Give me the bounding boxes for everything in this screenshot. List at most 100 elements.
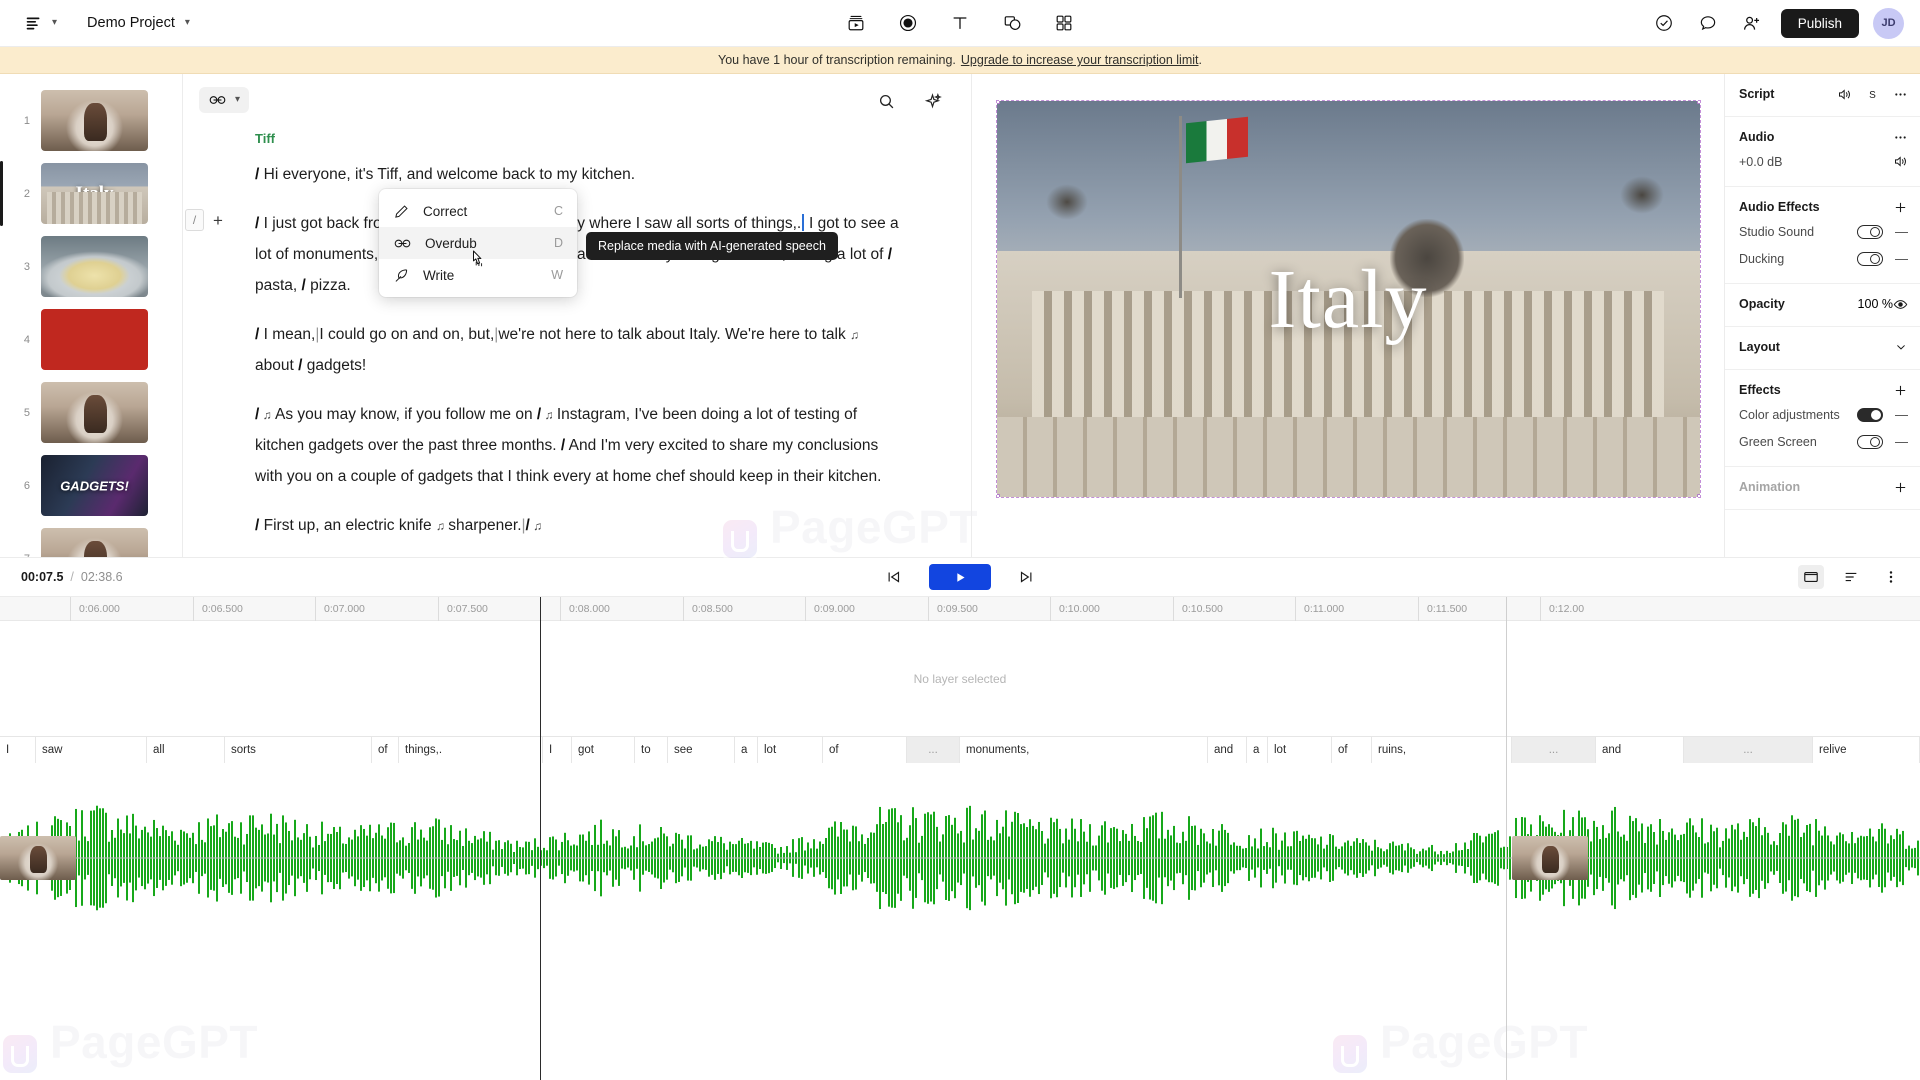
transcript-paragraph[interactable]: / Hi everyone, it's Tiff, and welcome ba… bbox=[255, 159, 901, 190]
remove-effect-button[interactable]: — bbox=[1895, 224, 1908, 239]
secondary-playhead[interactable] bbox=[1506, 597, 1507, 1080]
playhead[interactable] bbox=[540, 597, 541, 1080]
word-track[interactable]: Isaw all sorts of things,. Igot to see a lot of...… bbox=[0, 736, 1920, 763]
publish-button[interactable]: Publish bbox=[1780, 8, 1859, 38]
upgrade-link[interactable]: Upgrade to increase your transcription l… bbox=[961, 53, 1199, 67]
skip-next-icon[interactable] bbox=[1011, 562, 1041, 592]
scene-thumbnail[interactable] bbox=[41, 236, 148, 297]
clip-thumbnail[interactable] bbox=[0, 836, 76, 880]
word-cell[interactable]: a bbox=[1247, 737, 1268, 763]
shapes-icon[interactable] bbox=[997, 8, 1027, 38]
list-view-icon[interactable] bbox=[1838, 565, 1864, 589]
word-gap-cell[interactable]: ... bbox=[1684, 737, 1813, 763]
resize-handle-nw[interactable] bbox=[996, 100, 1000, 104]
plus-icon[interactable] bbox=[1893, 200, 1908, 215]
scene-thumbnail[interactable] bbox=[41, 528, 148, 557]
edit-mode-button[interactable]: ▾ bbox=[199, 87, 250, 113]
record-icon[interactable] bbox=[893, 8, 923, 38]
sparkle-icon[interactable] bbox=[917, 86, 947, 116]
project-chevron-down-icon[interactable]: ▾ bbox=[185, 18, 190, 28]
play-button[interactable] bbox=[929, 564, 991, 590]
word-cell[interactable]: and bbox=[1208, 737, 1247, 763]
scene-thumbnail-row[interactable]: 7 bbox=[0, 522, 182, 557]
more-icon[interactable] bbox=[1893, 87, 1908, 102]
add-scene-button[interactable]: + bbox=[213, 212, 223, 229]
word-cell[interactable]: relive bbox=[1813, 737, 1920, 763]
clip-marker-button[interactable]: / bbox=[185, 209, 204, 231]
volume-icon[interactable] bbox=[1837, 87, 1852, 102]
word-cell[interactable]: see bbox=[668, 737, 735, 763]
more-icon[interactable] bbox=[1893, 130, 1908, 145]
remove-effect-button[interactable]: — bbox=[1895, 251, 1908, 266]
preview-canvas[interactable]: Italy bbox=[995, 99, 1701, 498]
plus-icon[interactable] bbox=[1893, 480, 1908, 495]
timeline-ruler[interactable]: 0:06.000 0:06.500 0:07.000 0:07.500 0:08.000… bbox=[0, 597, 1920, 621]
avatar[interactable]: JD bbox=[1873, 7, 1904, 39]
word-cell[interactable]: a bbox=[735, 737, 758, 763]
scene-thumbnail-row[interactable]: 2 Italy bbox=[0, 157, 182, 230]
menu-item-correct[interactable]: Correct C bbox=[379, 195, 577, 227]
audio-waveform-lane[interactable] bbox=[0, 799, 1920, 917]
add-person-icon[interactable] bbox=[1737, 8, 1767, 38]
scene-thumbnail[interactable] bbox=[41, 309, 148, 370]
word-cell[interactable]: and bbox=[1596, 737, 1684, 763]
transcript-paragraph[interactable]: / ♫ As you may know, if you follow me on… bbox=[255, 399, 901, 492]
workspace-chevron-down-icon[interactable]: ▾ bbox=[52, 18, 57, 28]
color-adjustments-toggle[interactable] bbox=[1857, 407, 1883, 422]
word-cell[interactable]: sorts bbox=[225, 737, 372, 763]
word-cell[interactable]: of bbox=[1332, 737, 1372, 763]
scene-thumbnail-row[interactable]: 3 bbox=[0, 230, 182, 303]
resize-handle-se[interactable] bbox=[1696, 493, 1700, 497]
word-cell[interactable]: monuments, bbox=[960, 737, 1208, 763]
media-library-icon[interactable] bbox=[841, 8, 871, 38]
templates-icon[interactable] bbox=[1049, 8, 1079, 38]
remove-effect-button[interactable]: — bbox=[1895, 434, 1908, 449]
skip-previous-icon[interactable] bbox=[879, 562, 909, 592]
scene-thumbnail[interactable]: GADGETS! bbox=[41, 455, 148, 516]
word-cell[interactable]: I bbox=[543, 737, 572, 763]
word-cell[interactable]: things,. bbox=[399, 737, 543, 763]
word-gap-cell[interactable]: ... bbox=[907, 737, 960, 763]
word-cell[interactable]: saw bbox=[36, 737, 147, 763]
edit-mode-menu[interactable]: Correct C Overdub D Write W bbox=[379, 189, 577, 297]
comment-icon[interactable] bbox=[1693, 8, 1723, 38]
plus-icon[interactable] bbox=[1893, 383, 1908, 398]
ducking-toggle[interactable] bbox=[1857, 251, 1883, 266]
chevron-down-icon[interactable] bbox=[1894, 340, 1908, 354]
script-s-icon[interactable]: S bbox=[1865, 87, 1880, 102]
eye-icon[interactable] bbox=[1893, 297, 1908, 312]
word-cell[interactable]: lot bbox=[1268, 737, 1332, 763]
word-cell[interactable]: ruins, bbox=[1372, 737, 1512, 763]
search-icon[interactable] bbox=[871, 86, 901, 116]
transcript-body[interactable]: Tiff / Hi everyone, it's Tiff, and welco… bbox=[183, 126, 971, 541]
scene-thumbnail-row[interactable]: 4 bbox=[0, 303, 182, 376]
clip-thumbnail[interactable] bbox=[1512, 836, 1588, 880]
scene-thumbnail-row[interactable]: 1 bbox=[0, 84, 182, 157]
resize-handle-ne[interactable] bbox=[1696, 100, 1700, 104]
green-screen-toggle[interactable] bbox=[1857, 434, 1883, 449]
transcript-paragraph[interactable]: / First up, an electric knife ♫ sharpene… bbox=[255, 510, 901, 541]
timeline-view-icon[interactable] bbox=[1798, 565, 1824, 589]
scene-rail[interactable]: 1 2 Italy 3 4 5 6 GADGETS! 7 bbox=[0, 74, 183, 557]
word-gap-cell[interactable]: ... bbox=[1512, 737, 1596, 763]
title-text-overlay[interactable]: Italy bbox=[997, 251, 1700, 348]
transcript-paragraph[interactable]: / I mean,|I could go on and on, but,|we'… bbox=[255, 319, 901, 381]
remove-effect-button[interactable]: — bbox=[1895, 407, 1908, 422]
overflow-menu-icon[interactable] bbox=[1878, 565, 1904, 589]
word-cell[interactable]: I bbox=[0, 737, 36, 763]
word-cell[interactable]: of bbox=[823, 737, 907, 763]
scene-thumbnail[interactable] bbox=[41, 90, 148, 151]
word-cell[interactable]: all bbox=[147, 737, 225, 763]
scene-thumbnail-row[interactable]: 5 bbox=[0, 376, 182, 449]
word-cell[interactable]: got bbox=[572, 737, 635, 763]
word-cell[interactable]: of bbox=[372, 737, 399, 763]
scene-thumbnail-row[interactable]: 6 GADGETS! bbox=[0, 449, 182, 522]
prop-section-header[interactable]: Layout bbox=[1739, 336, 1908, 358]
volume-icon[interactable] bbox=[1893, 154, 1908, 169]
sidebar-toggle-icon[interactable] bbox=[18, 8, 48, 38]
scene-thumbnail[interactable]: Italy bbox=[41, 163, 148, 224]
check-circle-icon[interactable] bbox=[1649, 8, 1679, 38]
word-cell[interactable]: to bbox=[635, 737, 668, 763]
studio-sound-toggle[interactable] bbox=[1857, 224, 1883, 239]
resize-handle-sw[interactable] bbox=[996, 493, 1000, 497]
